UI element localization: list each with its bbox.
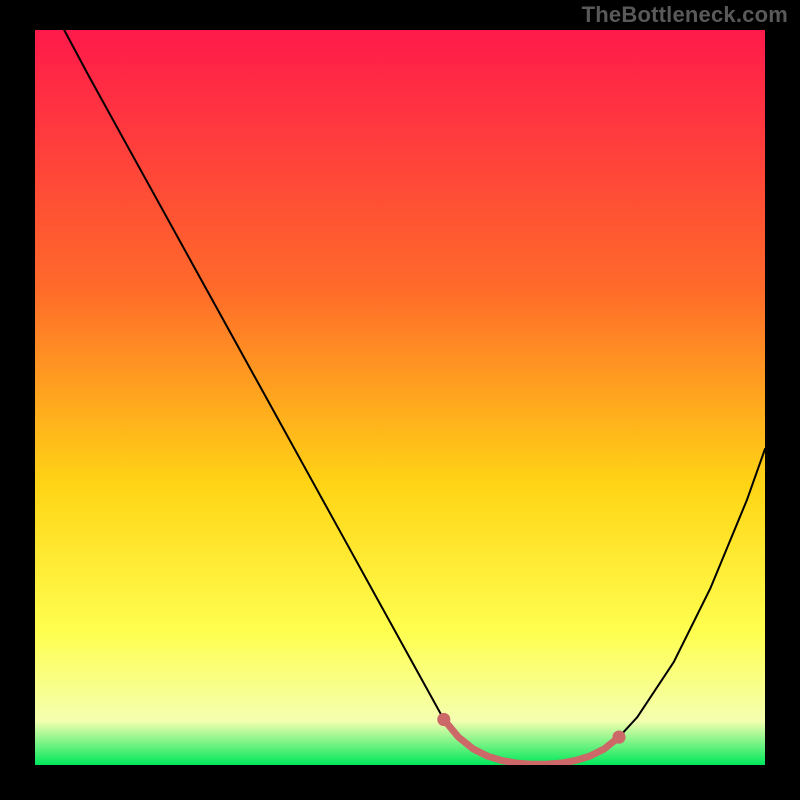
highlight-dot-left — [437, 713, 450, 726]
plot-area — [35, 30, 765, 765]
gradient-background — [35, 30, 765, 765]
highlight-dot-right — [612, 730, 625, 743]
chart-stage: TheBottleneck.com — [0, 0, 800, 800]
chart-svg — [35, 30, 765, 765]
watermark-label: TheBottleneck.com — [582, 2, 788, 28]
